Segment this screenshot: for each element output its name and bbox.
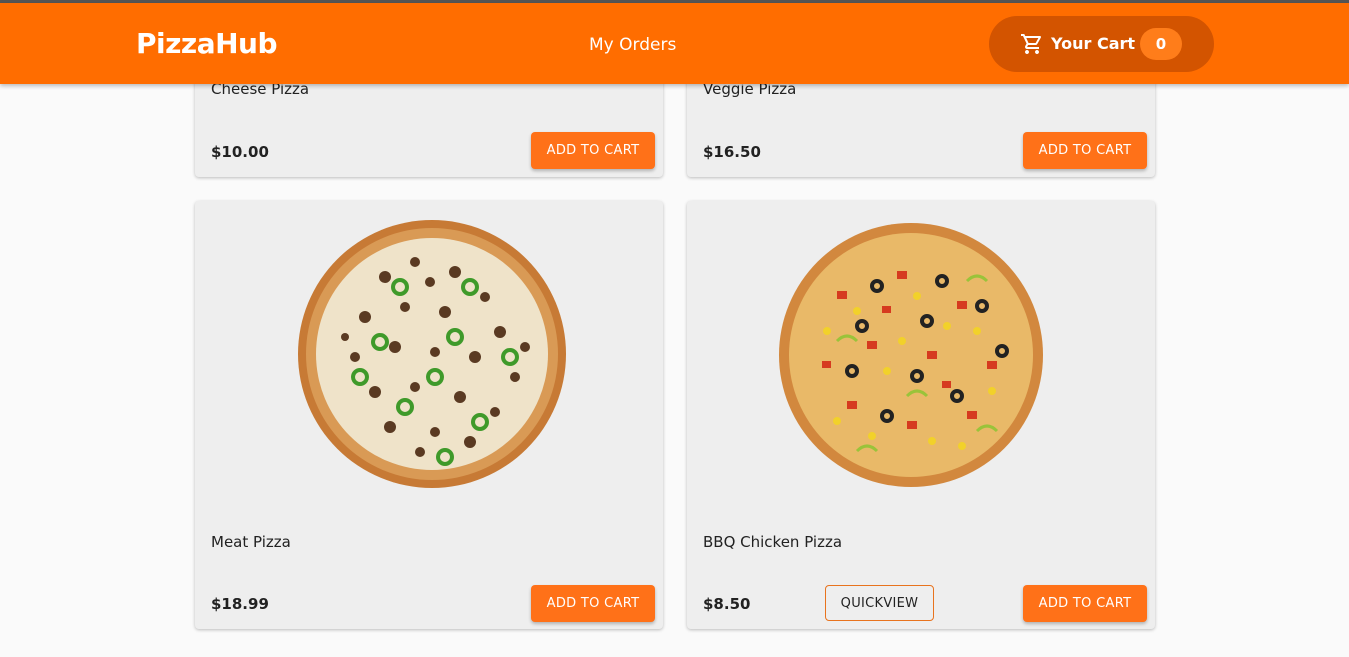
quickview-button[interactable]: QUICKVIEW	[825, 585, 934, 621]
product-price: $16.50	[703, 143, 761, 161]
cart-count-badge: 0	[1140, 28, 1182, 60]
product-card-meat-pizza: Meat Pizza $18.99 ADD TO CART	[195, 201, 663, 629]
cart-label: Your Cart	[1051, 34, 1136, 53]
product-name: BBQ Chicken Pizza	[703, 533, 843, 551]
product-price: $8.50	[703, 595, 751, 613]
cart-button[interactable]: Your Cart 0	[989, 16, 1214, 72]
product-card-bbq-chicken-pizza: BBQ Chicken Pizza $8.50 QUICKVIEW ADD TO…	[687, 201, 1155, 629]
shopping-cart-icon	[1021, 34, 1042, 54]
brand-logo[interactable]: PizzaHub	[136, 27, 278, 60]
app-header: PizzaHub My Orders Your Cart 0	[0, 3, 1349, 84]
product-name: Meat Pizza	[211, 533, 291, 551]
add-to-cart-button[interactable]: ADD TO CART	[1023, 132, 1147, 169]
bbq-chicken-pizza-image[interactable]	[777, 221, 1045, 489]
product-price: $18.99	[211, 595, 269, 613]
product-price: $10.00	[211, 143, 269, 161]
add-to-cart-button[interactable]: ADD TO CART	[531, 132, 655, 169]
add-to-cart-button[interactable]: ADD TO CART	[1023, 585, 1147, 622]
meat-pizza-image[interactable]	[295, 217, 569, 491]
nav-my-orders-link[interactable]: My Orders	[589, 35, 676, 55]
add-to-cart-button[interactable]: ADD TO CART	[531, 585, 655, 622]
